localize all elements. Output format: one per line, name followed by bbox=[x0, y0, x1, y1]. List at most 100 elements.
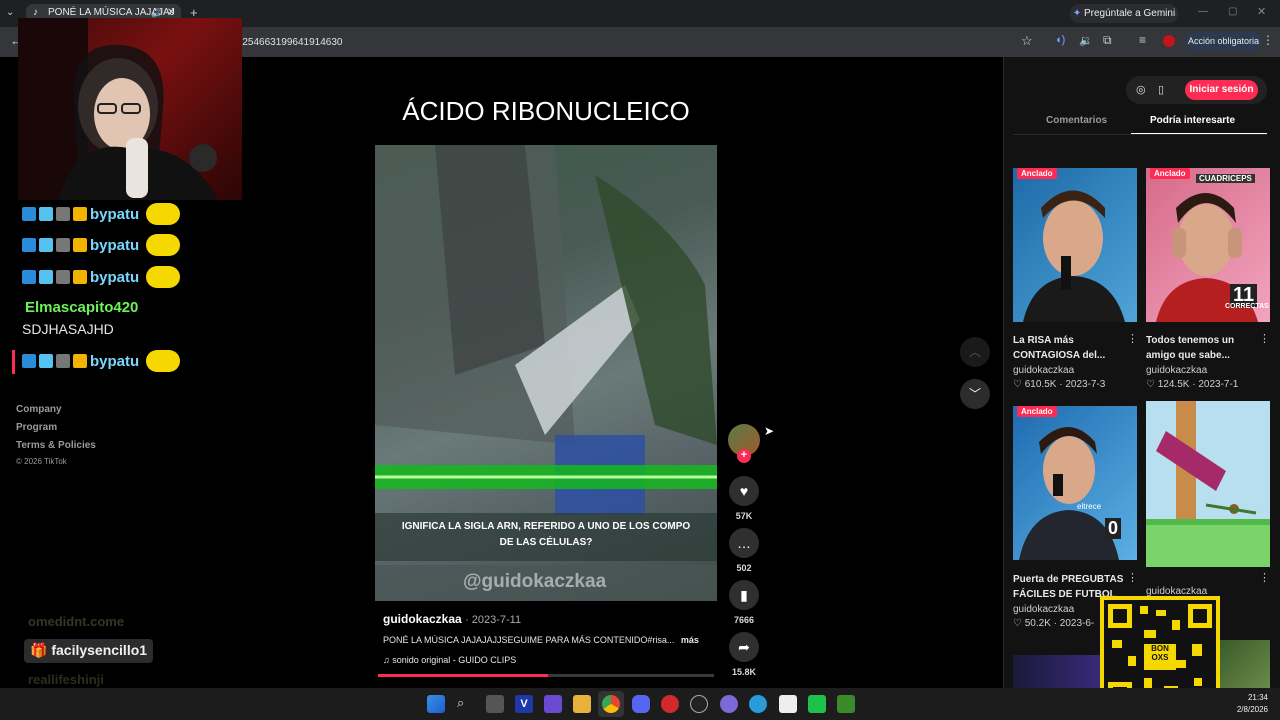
extensions-icon[interactable]: ⧉ bbox=[1103, 33, 1112, 48]
comment-icon: … bbox=[737, 535, 751, 551]
menu-dots-icon[interactable]: ⋮ bbox=[1262, 33, 1274, 47]
bookmark-star-icon[interactable]: ☆ bbox=[1021, 33, 1033, 49]
footer-terms-link[interactable]: Terms & Policies bbox=[16, 440, 96, 451]
video-card-title[interactable]: Todos tenemos un amigo que sabe... bbox=[1146, 333, 1234, 363]
card-likes: 610.5K bbox=[1024, 379, 1057, 390]
gemini-button[interactable]: ✦ Pregúntale a Gemini bbox=[1070, 4, 1178, 23]
video-card-thumbnail[interactable] bbox=[1146, 401, 1270, 567]
profile-avatar[interactable] bbox=[1163, 35, 1175, 47]
app-icon[interactable] bbox=[749, 695, 767, 713]
gem-badge-icon bbox=[39, 270, 53, 284]
video-card-stats: ♡ 610.5K · 2023-7-3 bbox=[1013, 379, 1106, 390]
video-date: · 2023-7-11 bbox=[465, 614, 522, 626]
audio-wave-icon[interactable]: ◖) bbox=[1055, 34, 1065, 46]
footer-company-link[interactable]: Company bbox=[16, 404, 62, 415]
footer-program-link[interactable]: Program bbox=[16, 422, 57, 433]
like-button[interactable]: ♥ bbox=[729, 476, 759, 506]
minion-emote-icon bbox=[146, 203, 181, 225]
video-card-thumbnail[interactable] bbox=[1013, 655, 1103, 688]
footer-copyright: © 2026 TikTok bbox=[16, 457, 67, 466]
more-button[interactable]: más bbox=[681, 635, 699, 645]
chrome-icon[interactable] bbox=[602, 695, 620, 713]
comment-count: 502 bbox=[736, 563, 752, 573]
crown-badge-icon bbox=[73, 238, 87, 252]
minecraft-icon[interactable] bbox=[837, 695, 855, 713]
gemini-icon: ✦ bbox=[1072, 8, 1082, 19]
heart-outline-icon: ♡ bbox=[1146, 379, 1155, 390]
app-icon[interactable] bbox=[661, 695, 679, 713]
file-explorer-icon[interactable] bbox=[573, 695, 591, 713]
card-likes: 50.2K bbox=[1024, 618, 1051, 629]
clock-time[interactable]: 21:34 bbox=[1236, 693, 1268, 702]
card-likes: 124.5K bbox=[1157, 379, 1190, 390]
vegas-app-icon[interactable]: V bbox=[515, 695, 533, 713]
share-button[interactable]: ➦ bbox=[729, 632, 759, 662]
previous-video-button[interactable]: ︿ bbox=[960, 337, 990, 367]
sub-badge-icon bbox=[22, 354, 36, 368]
phone-icon[interactable]: ▯ bbox=[1158, 83, 1164, 96]
video-card-author[interactable]: guidokaczkaa bbox=[1013, 365, 1074, 376]
minimize-icon[interactable]: — bbox=[1198, 6, 1208, 17]
video-sound[interactable]: ♫ sonido original - GUIDO CLIPS bbox=[383, 655, 516, 665]
video-player[interactable]: IGNIFICA LA SIGLA ARN, REFERIDO A UNO DE… bbox=[375, 145, 717, 601]
maximize-icon[interactable]: ▢ bbox=[1228, 6, 1237, 17]
search-icon[interactable]: ⌕ bbox=[457, 695, 464, 711]
tab-list-icon[interactable]: ⌄ bbox=[6, 7, 14, 18]
more-options-icon[interactable]: ⋮ bbox=[1259, 571, 1270, 584]
chat-row: bypatu bbox=[22, 203, 181, 225]
score-overlay: 0 bbox=[1105, 518, 1122, 539]
notepad-icon[interactable] bbox=[779, 695, 797, 713]
compass-icon[interactable]: ◎ bbox=[1136, 83, 1146, 96]
video-card-thumbnail[interactable]: Anclado bbox=[1013, 168, 1137, 322]
webcam-overlay bbox=[18, 18, 242, 200]
more-options-icon[interactable]: ⋮ bbox=[1259, 332, 1270, 345]
ghost-alert: reallifeshinji bbox=[28, 672, 104, 687]
chat-row: bypatu bbox=[22, 234, 181, 256]
required-action-button[interactable]: Acción obligatoria bbox=[1185, 32, 1262, 51]
login-button[interactable]: Iniciar sesión bbox=[1185, 80, 1258, 100]
more-options-icon[interactable]: ⋮ bbox=[1127, 571, 1138, 584]
clock-date[interactable]: 2/8/2026 bbox=[1226, 705, 1268, 714]
video-card-author[interactable]: guidokaczkaa bbox=[1013, 604, 1074, 615]
chat-username: bypatu bbox=[90, 268, 140, 286]
task-view-icon[interactable] bbox=[486, 695, 504, 713]
next-video-button[interactable]: ﹀ bbox=[960, 379, 990, 409]
video-description: PONÉ LA MÚSICA JAJAJAJJSEGUIME PARA MÁS … bbox=[383, 635, 713, 645]
video-card-thumbnail[interactable]: Anclado 0 eltrece bbox=[1013, 406, 1137, 560]
thumbnail-image bbox=[1023, 190, 1125, 322]
start-button-icon[interactable] bbox=[427, 695, 445, 713]
save-button[interactable]: ▮ bbox=[729, 580, 759, 610]
more-options-icon[interactable]: ⋮ bbox=[1127, 332, 1138, 345]
video-card-title[interactable]: La RISA más CONTAGIOSA del... bbox=[1013, 333, 1105, 363]
tab-might-interest[interactable]: Podría interesarte bbox=[1150, 115, 1235, 126]
tab-comments[interactable]: Comentarios bbox=[1046, 115, 1107, 126]
gift-username: facilysencillo1 bbox=[51, 642, 148, 658]
app-icon[interactable] bbox=[808, 695, 826, 713]
url-field[interactable]: /7254663199641914630 bbox=[234, 32, 1004, 53]
author-name[interactable]: guidokaczkaa bbox=[383, 612, 462, 626]
discord-icon[interactable] bbox=[632, 695, 650, 713]
sound-label[interactable]: sonido original - GUIDO CLIPS bbox=[392, 655, 516, 665]
app-icon[interactable] bbox=[720, 695, 738, 713]
channel-logo: eltrece bbox=[1077, 502, 1102, 511]
obs-icon[interactable] bbox=[690, 695, 708, 713]
video-card-author[interactable]: guidokaczkaa bbox=[1146, 365, 1207, 376]
crown-badge-icon bbox=[73, 354, 87, 368]
video-card-thumbnail[interactable] bbox=[1220, 640, 1270, 688]
follow-plus-icon[interactable]: + bbox=[737, 449, 751, 463]
caption-line-1: IGNIFICA LA SIGLA ARN, REFERIDO A UNO DE… bbox=[401, 521, 691, 532]
robot-badge-icon bbox=[56, 270, 70, 284]
description-text: PONÉ LA MÚSICA JAJAJAJJSEGUIME PARA MÁS … bbox=[383, 635, 675, 645]
media-control-icon[interactable]: ≡ bbox=[1139, 33, 1146, 47]
close-window-icon[interactable]: ✕ bbox=[1257, 5, 1266, 18]
video-card-thumbnail[interactable]: Anclado CUADRICEPS 11 CORRECTAS bbox=[1146, 168, 1270, 322]
video-author[interactable]: guidokaczkaa · 2023-7-11 bbox=[383, 612, 521, 626]
video-card-stats: ♡ 124.5K · 2023-7-1 bbox=[1146, 379, 1239, 390]
volume-icon[interactable]: 🔉 bbox=[1079, 34, 1093, 47]
tab-divider bbox=[1013, 134, 1267, 135]
comment-button[interactable]: … bbox=[729, 528, 759, 558]
app-icon[interactable] bbox=[544, 695, 562, 713]
video-frame bbox=[375, 145, 717, 601]
title-line: La RISA más bbox=[1013, 335, 1074, 346]
gem-badge-icon bbox=[39, 207, 53, 221]
